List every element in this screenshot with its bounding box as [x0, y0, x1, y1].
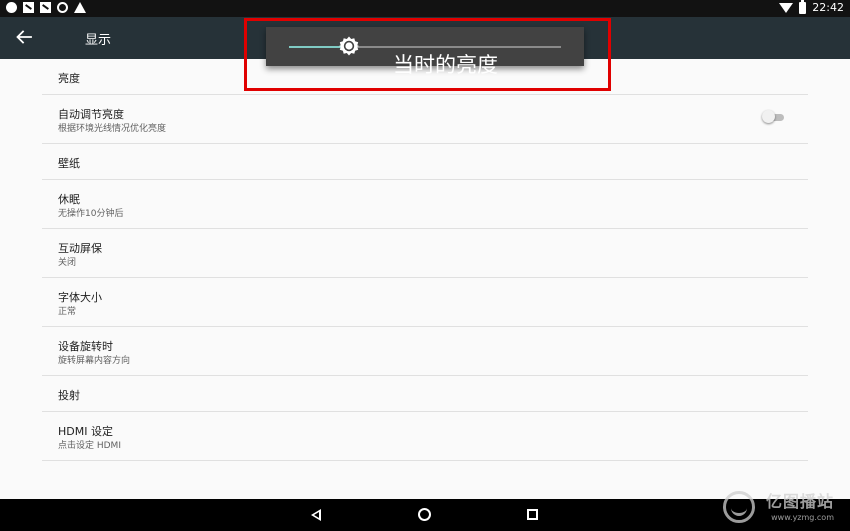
notification-icons	[6, 2, 86, 13]
setting-rotation[interactable]: 设备旋转时 旋转屏幕内容方向	[42, 327, 808, 376]
wifi-icon	[779, 2, 794, 13]
setting-title: 休眠	[58, 193, 80, 206]
nav-home-icon[interactable]	[418, 508, 431, 521]
setting-title: 互动屏保	[58, 242, 102, 255]
android-icon	[57, 2, 68, 13]
setting-title: 字体大小	[58, 291, 102, 304]
setting-hdmi[interactable]: HDMI 设定 点击设定 HDMI	[42, 412, 808, 461]
watermark-url: www.yzmg.com	[771, 513, 834, 522]
setting-sleep[interactable]: 休眠 无操作10分钟后	[42, 180, 808, 229]
auto-brightness-toggle[interactable]	[762, 110, 784, 123]
status-time: 22:42	[812, 1, 844, 14]
setting-summary: 旋转屏幕内容方向	[58, 356, 131, 366]
system-indicators: 22:42	[779, 0, 844, 14]
nav-back-icon[interactable]	[311, 509, 321, 521]
brightness-slider[interactable]	[289, 46, 561, 48]
setting-daydream[interactable]: 互动屏保 关闭	[42, 229, 808, 278]
setting-title: HDMI 设定	[58, 425, 113, 438]
brightness-dialog: 当时的亮度	[266, 27, 584, 77]
setting-summary: 正常	[58, 307, 77, 317]
page-title: 显示	[85, 33, 112, 48]
image-icon	[23, 2, 34, 13]
dot-icon	[6, 2, 17, 13]
battery-icon	[799, 0, 807, 14]
setting-cast[interactable]: 投射	[42, 376, 808, 412]
setting-title: 设备旋转时	[58, 340, 113, 353]
setting-summary: 根据环境光线情况优化亮度	[58, 124, 167, 134]
setting-wallpaper[interactable]: 壁纸	[42, 144, 808, 180]
image-icon	[40, 2, 51, 13]
brightness-sun-icon[interactable]	[338, 36, 359, 56]
brightness-label: 当时的亮度	[393, 53, 498, 77]
setting-title: 自动调节亮度	[58, 108, 124, 121]
setting-summary: 点击设定 HDMI	[58, 441, 121, 451]
setting-auto-brightness[interactable]: 自动调节亮度 根据环境光线情况优化亮度	[42, 95, 808, 144]
setting-title: 亮度	[58, 72, 80, 85]
setting-summary: 无操作10分钟后	[58, 209, 124, 219]
watermark: 亿图播站 www.yzmg.com	[722, 488, 834, 523]
home-icon	[74, 2, 86, 13]
setting-font-size[interactable]: 字体大小 正常	[42, 278, 808, 327]
setting-title: 壁纸	[58, 157, 80, 170]
status-bar: 22:42	[0, 0, 850, 17]
setting-summary: 关闭	[58, 258, 77, 268]
watermark-brand: 亿图播站	[765, 492, 834, 511]
arrow-left-icon[interactable]	[14, 27, 34, 47]
toggle-thumb	[762, 110, 775, 123]
settings-list: 亮度 自动调节亮度 根据环境光线情况优化亮度 壁纸 休眠 无操作10分钟后 互动…	[42, 59, 808, 461]
nav-recents-icon[interactable]	[527, 509, 538, 520]
setting-title: 投射	[58, 389, 80, 402]
watermark-logo-icon	[722, 491, 755, 523]
